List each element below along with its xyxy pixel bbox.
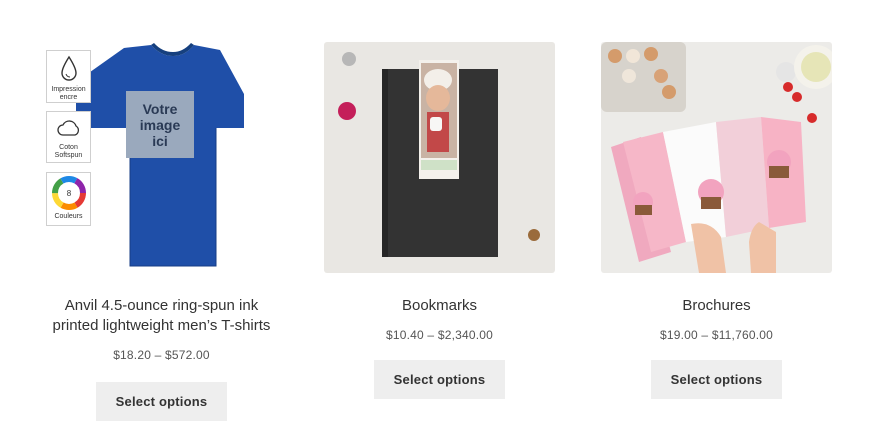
badge-colors: 8 Couleurs [46, 172, 91, 226]
cloud-icon [56, 120, 79, 136]
ink-drop-icon [60, 55, 77, 81]
product-title[interactable]: Bookmarks [324, 296, 555, 316]
image-placeholder-box: Votre image ici [126, 91, 194, 158]
select-options-button[interactable]: Select options [95, 382, 228, 421]
product-title[interactable]: Brochures [601, 296, 832, 316]
badge-label-colors: Couleurs [54, 213, 83, 220]
product-image-brochures[interactable] [601, 42, 832, 273]
product-card-tshirt: Votre image ici Impression encre Coton S… [46, 42, 277, 421]
product-card-brochures: Brochures $19.00 – $11,760.00 Select opt… [601, 42, 832, 399]
placeholder-text: Votre image ici [139, 100, 181, 149]
badge-cotton: Coton Softspun [46, 111, 91, 163]
brochure-photo-icon [601, 42, 832, 273]
product-image-tshirt[interactable]: Votre image ici Impression encre Coton S… [46, 42, 277, 273]
product-image-bookmarks[interactable] [324, 42, 555, 273]
product-card-bookmarks: Bookmarks $10.40 – $2,340.00 Select opti… [324, 42, 555, 399]
bookmark-photo-icon [338, 52, 540, 257]
color-count: 8 [66, 189, 71, 198]
product-title[interactable]: Anvil 4.5-ounce ring-spun ink printed li… [46, 296, 277, 336]
badge-label-cotton: Coton Softspun [54, 144, 83, 159]
color-wheel-icon: 8 [51, 176, 86, 210]
select-options-button[interactable]: Select options [373, 360, 506, 399]
badge-ink: Impression encre [46, 50, 91, 103]
badge-label-ink: Impression encre [51, 86, 86, 101]
product-price: $19.00 – $11,760.00 [659, 328, 773, 342]
select-options-button[interactable]: Select options [650, 360, 783, 399]
product-price: $10.40 – $2,340.00 [385, 328, 494, 342]
product-price: $18.20 – $572.00 [113, 348, 210, 362]
